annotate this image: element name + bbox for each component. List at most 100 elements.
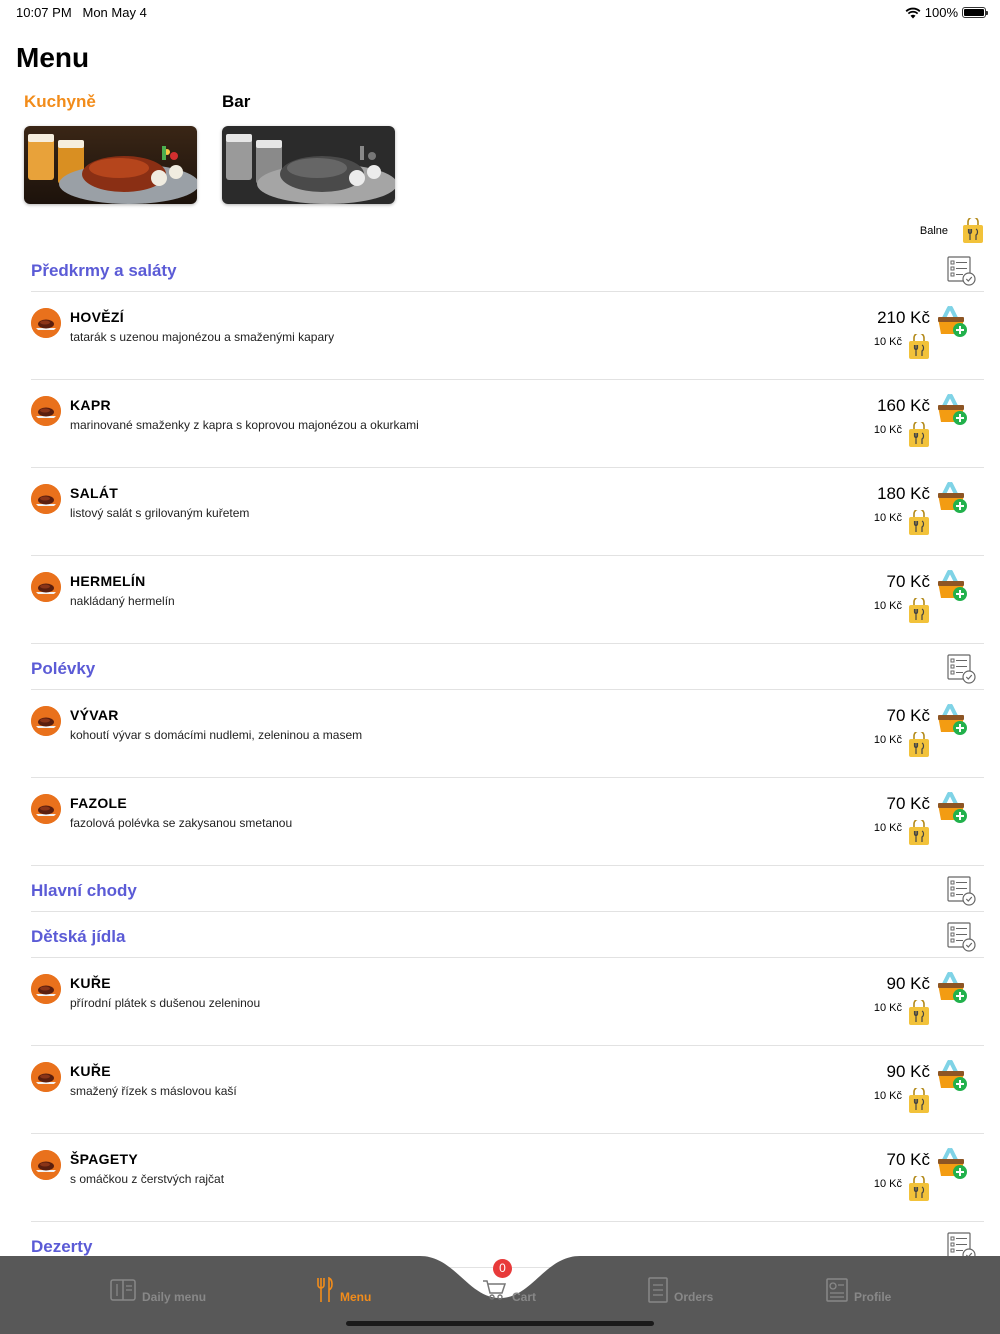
tab-profile[interactable]: Profile — [826, 1276, 891, 1304]
category-image-bar[interactable] — [222, 126, 395, 204]
add-to-cart-icon[interactable] — [936, 1060, 970, 1099]
tab-daily-menu[interactable]: Daily menu — [110, 1276, 206, 1304]
tab-label: Menu — [340, 1290, 372, 1304]
fork-knife-icon — [317, 1277, 333, 1302]
dish-name: VÝVAR — [70, 707, 119, 723]
packaging-price: 10 Kč — [873, 1178, 902, 1190]
takeaway-bag-icon — [908, 730, 930, 763]
section-title: Předkrmy a saláty — [31, 261, 177, 280]
dish-description: přírodní plátek s dušenou zeleninou — [70, 996, 261, 1010]
dish-name: SALÁT — [70, 485, 119, 501]
tab-orders[interactable]: Orders — [648, 1276, 713, 1304]
packaging-price: 10 Kč — [873, 822, 902, 834]
menu-item[interactable]: ŠPAGETY s omáčkou z čerstvých rajčat 70 Kč… — [31, 1134, 984, 1222]
section-title: Dezerty — [31, 1237, 93, 1256]
add-to-cart-icon[interactable] — [936, 306, 970, 345]
dish-description: marinované smaženky z kapra s koprovou m… — [70, 418, 419, 432]
dish-name: KUŘE — [70, 1063, 111, 1079]
wifi-icon — [905, 7, 921, 18]
add-to-cart-icon[interactable] — [936, 792, 970, 831]
dish-price: 70 Kč — [886, 794, 930, 813]
dish-price: 70 Kč — [886, 1150, 930, 1169]
packaging-price: 10 Kč — [873, 1002, 902, 1014]
packaging-price: 10 Kč — [873, 734, 902, 746]
packaging-price: 10 Kč — [873, 512, 902, 524]
section-header[interactable]: Dětská jídla — [31, 912, 984, 958]
packaging-price: 10 Kč — [873, 1090, 902, 1102]
add-to-cart-icon[interactable] — [936, 972, 970, 1011]
battery-icon — [962, 7, 988, 18]
section-header[interactable]: Hlavní chody — [31, 866, 984, 912]
menu-item[interactable]: KUŘE přírodní plátek s dušenou zeleninou 9… — [31, 958, 984, 1046]
dish-name: ŠPAGETY — [70, 1151, 138, 1167]
checklist-icon[interactable] — [946, 654, 976, 689]
dish-name: KAPR — [70, 397, 111, 413]
dish-price: 70 Kč — [886, 572, 930, 591]
tab-label: Daily menu — [142, 1290, 207, 1304]
status-time: 10:07 PM Mon May 4 — [16, 5, 147, 20]
dish-thumbnail — [31, 974, 61, 1004]
menu-item[interactable]: KUŘE smažený řízek s máslovou kaší 90 Kč 10… — [31, 1046, 984, 1134]
takeaway-bag-icon — [908, 332, 930, 365]
takeaway-bag-icon — [908, 818, 930, 851]
menu-item[interactable]: HOVĚZÍ tatarák s uzenou majonézou a smaže… — [31, 292, 984, 380]
takeaway-bag-icon — [908, 420, 930, 453]
menu-item[interactable]: FAZOLE fazolová polévka se zakysanou smet… — [31, 778, 984, 866]
dish-thumbnail — [31, 572, 61, 602]
profile-icon — [826, 1278, 848, 1302]
checklist-icon[interactable] — [946, 256, 976, 291]
menu-list: Předkrmy a saláty HOVĚZÍ tatarák s uzenou … — [31, 246, 984, 1268]
dish-name: KUŘE — [70, 975, 111, 991]
takeaway-bag-icon — [908, 596, 930, 629]
takeaway-bag-icon — [908, 508, 930, 541]
tab-label: Profile — [854, 1290, 892, 1304]
tab-cart[interactable]: Cart — [482, 1276, 536, 1304]
dish-thumbnail — [31, 484, 61, 514]
dish-price: 210 Kč — [877, 308, 930, 327]
cart-icon — [483, 1280, 506, 1300]
category-tab-bar[interactable]: Bar — [222, 92, 250, 112]
menu-item[interactable]: VÝVAR kohoutí vývar s domácími nudlemi, z… — [31, 690, 984, 778]
category-image-kuchyne[interactable] — [24, 126, 197, 204]
dish-description: listový salát s grilovaným kuřetem — [70, 506, 250, 520]
add-to-cart-icon[interactable] — [936, 482, 970, 521]
takeaway-bag-icon — [963, 218, 983, 243]
takeaway-bag-icon — [908, 998, 930, 1031]
dish-price: 90 Kč — [886, 1062, 930, 1081]
dish-description: kohoutí vývar s domácími nudlemi, zeleni… — [70, 728, 363, 742]
dish-description: tatarák s uzenou majonézou a smaženými k… — [70, 330, 335, 344]
checklist-icon[interactable] — [946, 922, 976, 957]
status-right: 100% — [905, 5, 988, 20]
takeaway-bag-icon — [908, 1174, 930, 1207]
daily-menu-icon — [110, 1279, 136, 1301]
dish-price: 180 Kč — [877, 484, 930, 503]
takeaway-bag-icon — [908, 1086, 930, 1119]
balne-label: Balne — [919, 225, 948, 237]
section-header[interactable]: Předkrmy a saláty — [31, 246, 984, 292]
category-tab-kuchyne[interactable]: Kuchyně — [24, 92, 96, 112]
dish-price: 70 Kč — [886, 706, 930, 725]
clock-date: Mon May 4 — [82, 5, 147, 20]
add-to-cart-icon[interactable] — [936, 394, 970, 433]
tab-label: Cart — [512, 1290, 537, 1304]
tab-menu[interactable]: Menu — [316, 1276, 371, 1304]
dish-thumbnail — [31, 1062, 61, 1092]
menu-item[interactable]: SALÁT listový salát s grilovaným kuřetem 1… — [31, 468, 984, 556]
add-to-cart-icon[interactable] — [936, 570, 970, 609]
clock-time: 10:07 PM — [16, 5, 72, 20]
section-header[interactable]: Polévky — [31, 644, 984, 690]
packaging-price: 10 Kč — [873, 336, 902, 348]
home-indicator[interactable] — [346, 1321, 654, 1326]
section-title: Hlavní chody — [31, 881, 137, 900]
checklist-icon[interactable] — [946, 876, 976, 911]
dish-price: 160 Kč — [877, 396, 930, 415]
menu-item[interactable]: HERMELÍN nakládaný hermelín 70 Kč 10 Kč — [31, 556, 984, 644]
menu-item[interactable]: KAPR marinované smaženky z kapra s koprov… — [31, 380, 984, 468]
packaging-price: 10 Kč — [873, 424, 902, 436]
add-to-cart-icon[interactable] — [936, 1148, 970, 1187]
dish-thumbnail — [31, 706, 61, 736]
dish-thumbnail — [31, 396, 61, 426]
page-title: Menu — [16, 42, 90, 73]
dish-thumbnail — [31, 1150, 61, 1180]
add-to-cart-icon[interactable] — [936, 704, 970, 743]
